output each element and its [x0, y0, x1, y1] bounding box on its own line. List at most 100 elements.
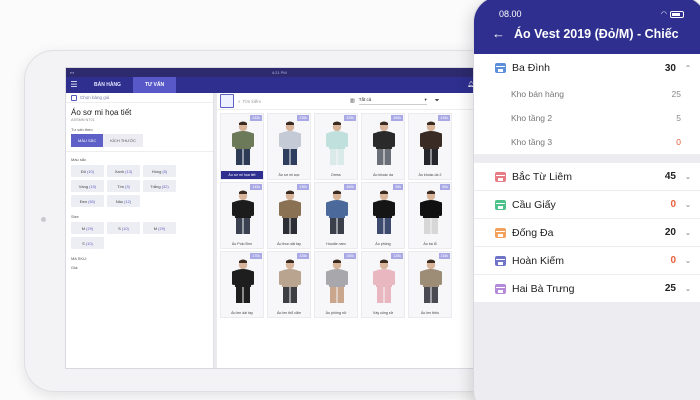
product-card[interactable]: 225k Áo len thổ cẩm	[267, 251, 311, 318]
warehouse-row[interactable]: Bắc Từ Liêm 45 ⌄	[474, 163, 700, 191]
product-name: Áo phông nữ	[325, 310, 347, 315]
size-chips: M (29) S (10) M (29) S (10)	[71, 222, 208, 249]
size-chip[interactable]: M (29)	[143, 222, 176, 234]
product-name: Hoodie nam	[326, 241, 346, 246]
product-card[interactable]: 80k Áo ba lỗ	[408, 182, 452, 249]
back-arrow-icon[interactable]: ←	[492, 27, 505, 41]
color-chip[interactable]: Vàng (15)	[71, 180, 104, 192]
product-grid: 243k Áo sơ mi họa tiết 235k Áo sơ mi sọc 325…	[217, 110, 492, 321]
divider	[66, 151, 213, 152]
product-card[interactable]: 125k Váy công sở	[361, 251, 405, 318]
product-card[interactable]: 115k Áo len thêu	[408, 251, 452, 318]
grid-view-icon[interactable]	[220, 94, 234, 108]
tablet-camera	[41, 217, 46, 222]
price-book-selector[interactable]: Chọn bảng giá	[66, 93, 213, 103]
chip-count: (15)	[89, 183, 97, 189]
section-gap	[474, 154, 700, 163]
menu-icon[interactable]: ☰	[66, 77, 82, 93]
color-chip[interactable]: Đỏ (10)	[71, 165, 104, 177]
chevron-down-icon[interactable]: ⌄	[684, 256, 692, 265]
warehouse-row[interactable]: Đống Đa 20 ⌄	[474, 219, 700, 247]
color-chips: Đỏ (10) Xanh (13) Hồng (5) Vàng (15) Tím (3) Trắng…	[71, 165, 208, 207]
product-name: Áo sơ mi họa tiết	[221, 170, 263, 179]
sub-warehouse-row[interactable]: Kho tầng 3 0	[474, 130, 700, 154]
sub-warehouse-row[interactable]: Kho tầng 2 5	[474, 106, 700, 130]
chevron-down-icon[interactable]: ⌄	[684, 228, 692, 237]
product-card[interactable]: 450k Áo khoác da	[361, 113, 405, 180]
color-chip[interactable]: Tím (3)	[107, 180, 140, 192]
battery-icon	[670, 10, 684, 18]
warehouse-list: Ba Đình 30 ⌃ Kho bán hàng 25 Kho tầng 2 5 Kho t…	[474, 54, 700, 303]
warehouse-name: Cầu Giấy	[512, 198, 556, 211]
warehouse-stock: 45	[664, 171, 676, 182]
color-chip[interactable]: Trắng (32)	[143, 180, 176, 192]
warehouse-name: Hoàn Kiếm	[512, 254, 564, 267]
warehouse-row[interactable]: Hai Bà Trưng 25 ⌄	[474, 275, 700, 303]
tablet-status-time: 4:21 PM	[271, 70, 287, 75]
sub-warehouse-stock: 0	[676, 137, 681, 147]
price-book-label: Chọn bảng giá	[80, 95, 110, 100]
product-card[interactable]: 415k Áo khoác da 2	[408, 113, 452, 180]
chip-label: S	[118, 225, 121, 231]
warehouse-row[interactable]: Hoàn Kiếm 0 ⌄	[474, 247, 700, 275]
chevron-down-icon[interactable]: ⌄	[684, 172, 692, 181]
product-card[interactable]: 150k Áo phông nữ	[314, 251, 358, 318]
chip-label: Nâu	[115, 198, 124, 204]
tab-consult[interactable]: TƯ VẤN	[132, 77, 177, 93]
chip-label: S	[82, 240, 85, 246]
sub-warehouse-row[interactable]: Kho bán hàng 25	[474, 82, 700, 106]
product-card[interactable]: 90k Áo phông	[361, 182, 405, 249]
toggle-color-button[interactable]: MÀU SẮC	[71, 134, 104, 147]
category-select[interactable]: Tất cả ▾	[358, 97, 427, 105]
phone-status-icons: ◠	[661, 10, 684, 18]
product-card[interactable]: 143k Áo Polo Đen	[220, 182, 264, 249]
sub-warehouse-stock: 5	[676, 113, 681, 123]
chevron-down-icon[interactable]: ⌄	[684, 200, 692, 209]
product-name: Áo len dài tay	[231, 310, 253, 315]
size-chip[interactable]: S (10)	[71, 237, 104, 249]
chevron-up-icon[interactable]: ⌃	[684, 64, 692, 73]
product-photo	[315, 189, 357, 235]
size-chip[interactable]: S (10)	[107, 222, 140, 234]
product-card[interactable]: 460k Hoodie nam	[314, 182, 358, 249]
color-chip[interactable]: Đen (50)	[71, 195, 104, 207]
warehouse-row[interactable]: Ba Đình 30 ⌃	[474, 54, 700, 82]
category-select-value: Tất cả	[358, 97, 372, 102]
color-chip[interactable]: Xanh (13)	[107, 165, 140, 177]
filter-icon[interactable]: ⏷	[435, 98, 440, 105]
product-name: Áo ba lỗ	[423, 241, 437, 246]
product-card[interactable]: 243k Áo sơ mi họa tiết	[220, 113, 264, 180]
product-photo	[221, 189, 263, 235]
search-input[interactable]: ⌕ Tìm kiếm	[238, 99, 338, 104]
tab-sales[interactable]: BÁN HÀNG	[82, 77, 133, 93]
chip-label: Trắng	[150, 183, 161, 189]
color-chip[interactable]: Nâu (12)	[107, 195, 140, 207]
product-photo	[409, 258, 451, 304]
warehouse-name: Ba Đình	[512, 62, 550, 74]
warehouse-name: Bắc Từ Liêm	[512, 170, 572, 183]
product-card[interactable]: 325k Dress	[314, 113, 358, 180]
product-card[interactable]: 170k Áo len dài tay	[220, 251, 264, 318]
chevron-down-icon: ▾	[424, 97, 427, 102]
chip-count: (32)	[161, 183, 169, 189]
product-photo	[268, 258, 310, 304]
toggle-size-button[interactable]: KÍCH THƯỚC	[103, 134, 143, 147]
product-card[interactable]: 235k Áo sơ mi sọc	[267, 113, 311, 180]
chevron-down-icon[interactable]: ⌄	[684, 284, 692, 293]
phone-status-bar: 08.00 ◠	[499, 9, 684, 19]
chip-count: (13)	[125, 168, 133, 174]
barcode-icon[interactable]: ▥	[350, 98, 355, 104]
product-card[interactable]: 130k Áo thun dài tay	[267, 182, 311, 249]
product-panel: ⌕ Tìm kiếm ▥ Tất cả ▾ ⏷ 243k Áo sơ mi họa…	[217, 93, 492, 368]
product-photo	[315, 258, 357, 304]
product-photo	[315, 120, 357, 166]
warehouse-icon	[495, 227, 506, 238]
warehouse-row[interactable]: Cầu Giấy 0 ⌄	[474, 191, 700, 219]
chip-count: (5)	[162, 168, 168, 174]
warehouse-icon	[495, 255, 506, 266]
chip-count: (10)	[87, 168, 95, 174]
color-chip[interactable]: Hồng (5)	[143, 165, 176, 177]
product-name: Dress	[331, 172, 341, 177]
size-chip[interactable]: M (29)	[71, 222, 104, 234]
warehouse-stock: 30	[664, 62, 676, 74]
